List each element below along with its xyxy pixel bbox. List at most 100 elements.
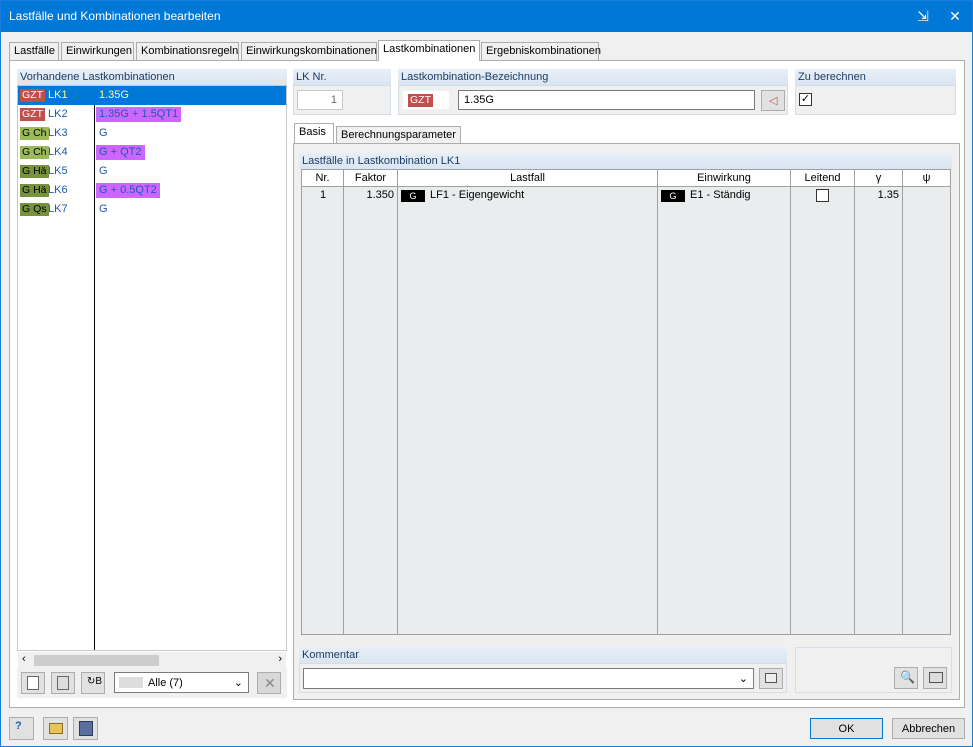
tab-ergebniskombinationen[interactable]: Ergebniskombinationen	[481, 42, 601, 60]
lk-nr-box: 1	[293, 85, 391, 115]
search-icon: 🔍	[900, 670, 915, 684]
renumber-icon: ↻B	[87, 676, 103, 687]
bezeichnung-edit-button[interactable]: ◁	[761, 90, 785, 111]
col-line	[302, 187, 344, 635]
open-button[interactable]	[43, 717, 68, 740]
edit-icon: ◁	[769, 95, 778, 107]
save-icon	[79, 721, 93, 736]
lk-nr-field[interactable]: 1	[297, 90, 343, 110]
col-line	[855, 187, 903, 635]
lk-nr-label: LK Nr.	[293, 69, 391, 85]
close-icon[interactable]: ✕	[938, 1, 972, 32]
chevron-down-icon: ⌄	[738, 673, 748, 685]
title-bar: Lastfälle und Kombinationen bearbeiten ⇲…	[1, 1, 972, 32]
search-button[interactable]: 🔍	[894, 667, 918, 689]
lk-list-row[interactable]: G Ch LK4 G + QT2	[18, 143, 286, 162]
print-button[interactable]	[923, 667, 947, 689]
col-line	[344, 187, 398, 635]
save-button[interactable]	[73, 717, 98, 740]
subtab-berechnungsparameter[interactable]: Berechnungsparameter	[336, 126, 461, 143]
kommentar-browse-button[interactable]	[759, 668, 783, 689]
lastfall-tag: G	[401, 190, 425, 202]
h-scrollbar[interactable]: ‹ ›	[18, 652, 286, 669]
col-psi: ψ	[903, 170, 950, 187]
bezeichnung-box: GZT 1.35G ◁	[398, 85, 788, 115]
cell-faktor[interactable]: 1.350	[344, 189, 394, 201]
new-combination-button[interactable]	[21, 672, 45, 694]
renumber-button[interactable]: ↻B	[81, 672, 105, 694]
col-einwirkung: Einwirkung	[658, 170, 791, 187]
col-line	[658, 187, 791, 635]
scroll-right-icon[interactable]: ›	[278, 653, 282, 665]
cell-einwirkung[interactable]: E1 - Ständig	[690, 189, 751, 201]
row-name: LK5	[48, 165, 68, 177]
gzt-tag: GZT	[408, 94, 433, 107]
help-icon: ?	[15, 720, 22, 732]
load-case-table: Nr. Faktor Lastfall Einwirkung Leitend γ…	[301, 169, 951, 635]
delete-icon: ✕	[264, 675, 276, 691]
row-tag: G Ch	[20, 146, 49, 159]
bezeichnung-tag-area: GZT	[403, 91, 449, 109]
dialog-window: Lastfälle und Kombinationen bearbeiten ⇲…	[0, 0, 973, 747]
col-faktor: Faktor	[344, 170, 398, 187]
window-title: Lastfälle und Kombinationen bearbeiten	[9, 9, 221, 23]
row-name: LK2	[48, 108, 68, 120]
new-icon	[27, 676, 39, 690]
lk-list-row[interactable]: G Ch LK3 G	[18, 124, 286, 143]
cancel-button[interactable]: Abbrechen	[892, 718, 965, 739]
lk-list-row[interactable]: G Hä LK5 G	[18, 162, 286, 181]
help-button[interactable]: ?	[9, 717, 34, 740]
row-formula: G	[99, 165, 108, 177]
tools-box: 🔍	[795, 647, 952, 693]
lk-list-row[interactable]: GZT LK2 1.35G + 1.5QT1	[18, 105, 286, 124]
subtab-basis[interactable]: Basis	[294, 123, 334, 143]
kommentar-label: Kommentar	[299, 647, 787, 663]
tab-lastkombinationen[interactable]: Lastkombinationen	[378, 40, 480, 61]
tab-einwirkungskombinationen[interactable]: Einwirkungskombinationen	[241, 42, 377, 60]
col-nr: Nr.	[302, 170, 344, 187]
tab-einwirkungen[interactable]: Einwirkungen	[61, 42, 134, 60]
row-tag: GZT	[20, 108, 45, 121]
chevron-down-icon: ⌄	[233, 677, 243, 689]
kommentar-box: ⌄	[299, 663, 787, 693]
row-name: LK1	[48, 89, 68, 101]
filter-select[interactable]: Alle (7) ⌄	[114, 672, 249, 693]
lk-list[interactable]: GZT LK1 1.35G GZT LK2 1.35G + 1.5QT1 G Ch LK3 G G…	[17, 85, 287, 669]
kommentar-select[interactable]: ⌄	[303, 668, 754, 689]
lk-list-row[interactable]: G Hä LK6 G + 0.5QT2	[18, 181, 286, 200]
tab-lastfaelle[interactable]: Lastfälle	[9, 42, 59, 60]
einwirkung-tag: G	[661, 190, 685, 202]
leitend-checkbox[interactable]	[816, 189, 829, 202]
scroll-left-icon[interactable]: ‹	[22, 653, 26, 665]
row-formula: 1.35G + 1.5QT1	[96, 107, 182, 122]
row-tag: G Qs	[20, 203, 49, 216]
ok-button[interactable]: OK	[810, 718, 883, 739]
browse-icon	[765, 673, 777, 683]
copy-icon	[57, 676, 69, 690]
zu-berechnen-label: Zu berechnen	[795, 69, 956, 85]
col-line	[398, 187, 658, 635]
bezeichnung-label: Lastkombination-Bezeichnung	[398, 69, 788, 85]
tab-kombinationsregeln[interactable]: Kombinationsregeln	[136, 42, 239, 60]
cell-gamma[interactable]: 1.35	[855, 189, 899, 201]
folder-icon	[49, 723, 63, 734]
lk-list-row[interactable]: GZT LK1 1.35G	[18, 86, 286, 105]
col-lastfall: Lastfall	[398, 170, 658, 187]
copy-combination-button[interactable]	[51, 672, 75, 694]
detach-icon[interactable]: ⇲	[906, 1, 940, 32]
table-row[interactable]: 1 1.350 G LF1 - Eigengewicht G E1 - Stän…	[302, 187, 950, 205]
row-name: LK4	[48, 146, 68, 158]
bezeichnung-input[interactable]: 1.35G	[458, 90, 755, 110]
row-formula: G	[99, 127, 108, 139]
delete-button[interactable]: ✕	[257, 672, 281, 694]
row-tag: G Hä	[20, 184, 49, 197]
table-title: Lastfälle in Lastkombination LK1	[299, 153, 952, 169]
cell-lastfall[interactable]: LF1 - Eigengewicht	[430, 189, 524, 201]
left-panel-header: Vorhandene Lastkombinationen	[17, 69, 287, 85]
row-formula: G	[99, 203, 108, 215]
scroll-thumb[interactable]	[34, 655, 159, 666]
cell-nr: 1	[319, 189, 327, 201]
row-formula: G + 0.5QT2	[96, 183, 160, 198]
zu-berechnen-checkbox[interactable]: ✓	[799, 93, 812, 106]
lk-list-row[interactable]: G Qs LK7 G	[18, 200, 286, 219]
